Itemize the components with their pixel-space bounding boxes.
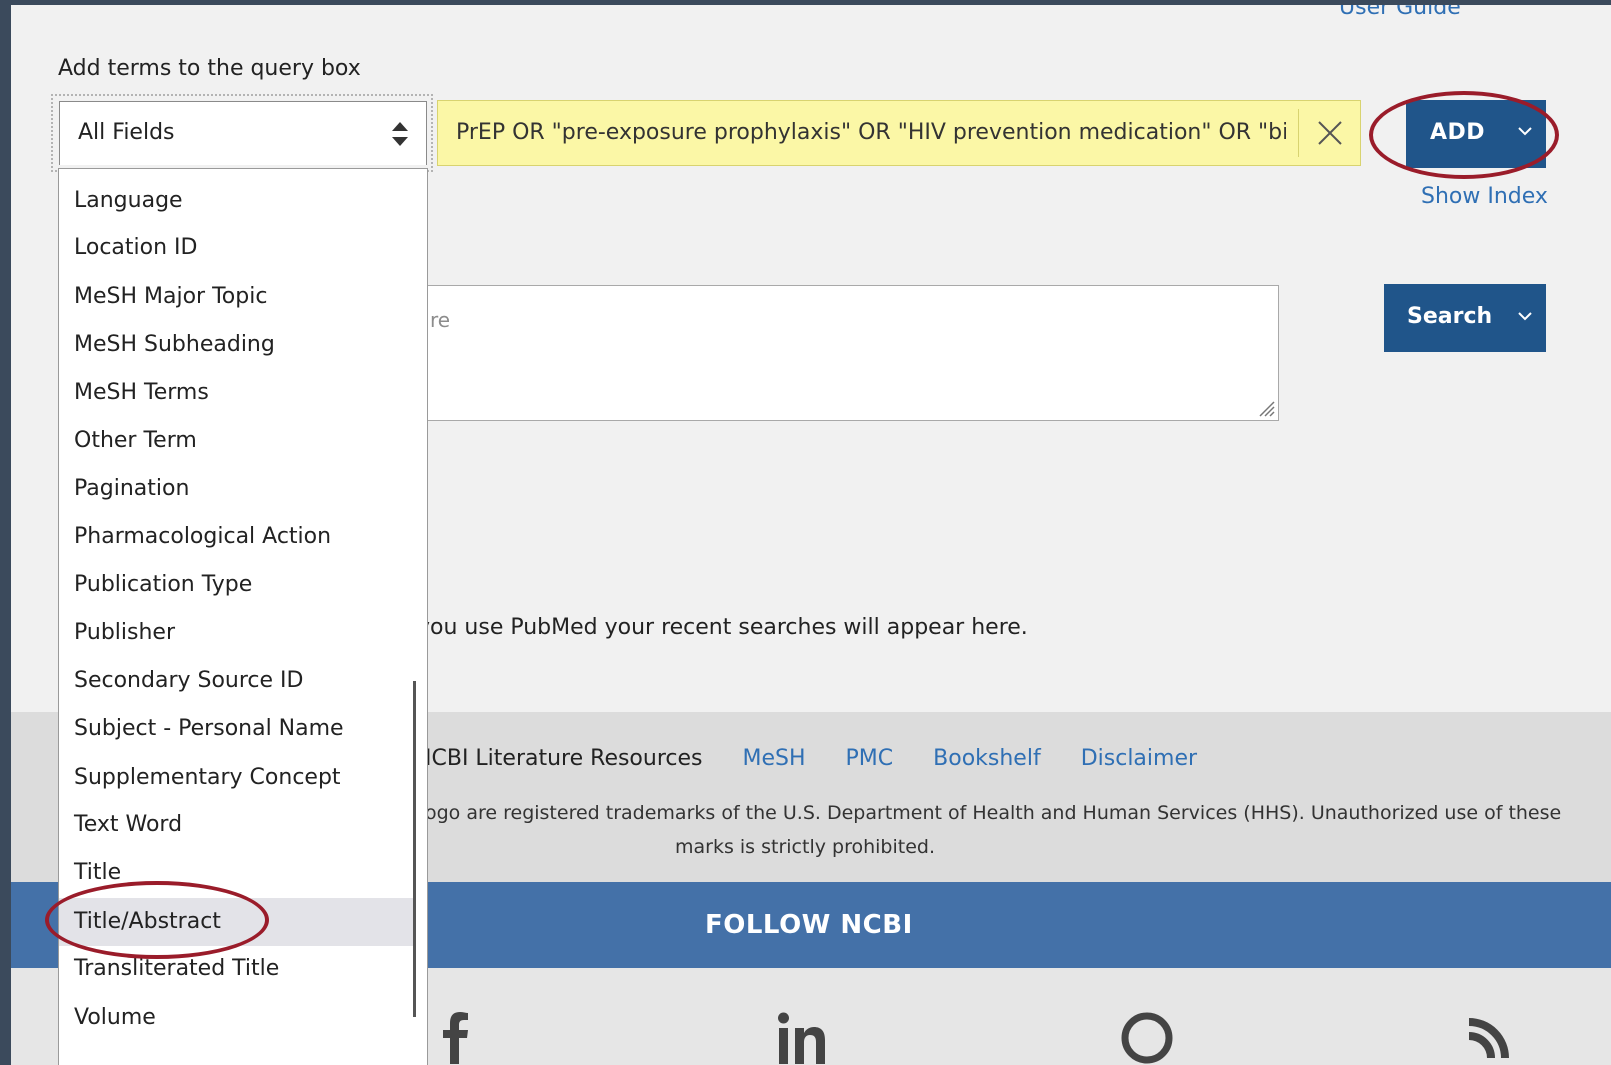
dropdown-option-publication-type[interactable]: Publication Type (59, 561, 415, 609)
dropdown-option-mesh-terms[interactable]: MeSH Terms (59, 369, 415, 417)
dropdown-option-publisher[interactable]: Publisher (59, 609, 415, 657)
github-icon[interactable] (1119, 1008, 1175, 1064)
chevron-down-icon[interactable] (1516, 309, 1534, 323)
dropdown-option-other-term[interactable]: Other Term (59, 417, 415, 465)
footer-link-pmc[interactable]: PMC (846, 746, 894, 771)
rss-icon[interactable] (1463, 1008, 1519, 1064)
dropdown-option-mesh-subheading[interactable]: MeSH Subheading (59, 321, 415, 369)
dropdown-scrollbar[interactable] (413, 681, 416, 1017)
footer-links: ICBI Literature Resources MeSH PMC Books… (425, 746, 1230, 771)
footer-resources-label: ICBI Literature Resources (425, 746, 703, 771)
footer-link-mesh[interactable]: MeSH (743, 746, 806, 771)
input-divider (1298, 109, 1299, 157)
field-select-value: All Fields (78, 120, 175, 145)
user-guide-link[interactable]: User Guide (1339, 5, 1461, 20)
search-button[interactable]: Search (1384, 284, 1546, 352)
resize-handle-icon[interactable] (1256, 398, 1276, 418)
dropdown-option-pharmacological-action[interactable]: Pharmacological Action (59, 513, 415, 561)
add-terms-label: Add terms to the query box (58, 56, 361, 81)
term-input[interactable]: PrEP OR "pre-exposure prophylaxis" OR "H… (437, 100, 1361, 166)
chevron-down-icon[interactable] (1516, 124, 1534, 138)
dropdown-option-subject-personal-name[interactable]: Subject - Personal Name (59, 705, 415, 753)
field-dropdown-list[interactable]: Language Location ID MeSH Major Topic Me… (58, 168, 428, 1065)
dropdown-option-volume[interactable]: Volume (59, 994, 415, 1042)
dropdown-option-mesh-major-topic[interactable]: MeSH Major Topic (59, 273, 415, 321)
dropdown-option-location-id[interactable]: Location ID (59, 224, 415, 272)
footer-legal-text: ogo are registered trademarks of the U.S… (425, 802, 1562, 824)
history-empty-message: you use PubMed your recent searches will… (417, 615, 1028, 640)
close-icon[interactable] (1314, 117, 1346, 149)
search-button-label: Search (1407, 304, 1493, 329)
dropdown-option-title[interactable]: Title (59, 849, 415, 897)
dropdown-option-secondary-source-id[interactable]: Secondary Source ID (59, 657, 415, 705)
dropdown-option-pagination[interactable]: Pagination (59, 465, 415, 513)
add-button-label: ADD (1430, 120, 1486, 145)
dropdown-option-language[interactable]: Language (59, 177, 415, 225)
footer-link-disclaimer[interactable]: Disclaimer (1081, 746, 1197, 771)
term-input-value: PrEP OR "pre-exposure prophylaxis" OR "H… (456, 120, 1286, 145)
pubmed-advanced-search-page: User Guide Add terms to the query box Al… (11, 5, 1611, 1065)
footer-legal-text-2: marks is strictly prohibited. (675, 836, 935, 858)
show-index-link[interactable]: Show Index (1421, 184, 1548, 209)
dropdown-option-text-word[interactable]: Text Word (59, 801, 415, 849)
dropdown-option-transliterated-title[interactable]: Transliterated Title (59, 945, 415, 993)
field-select[interactable]: All Fields (59, 101, 427, 165)
query-box-placeholder: re (430, 308, 451, 332)
dropdown-option-title-abstract[interactable]: Title/Abstract (59, 898, 415, 946)
dropdown-option-supplementary-concept[interactable]: Supplementary Concept (59, 754, 415, 802)
linkedin-icon[interactable] (773, 1008, 829, 1064)
updown-icon (392, 122, 408, 146)
footer-link-bookshelf[interactable]: Bookshelf (933, 746, 1041, 771)
add-button[interactable]: ADD (1406, 100, 1546, 168)
facebook-icon[interactable] (429, 1008, 485, 1064)
follow-ncbi-heading: FOLLOW NCBI (705, 910, 913, 940)
